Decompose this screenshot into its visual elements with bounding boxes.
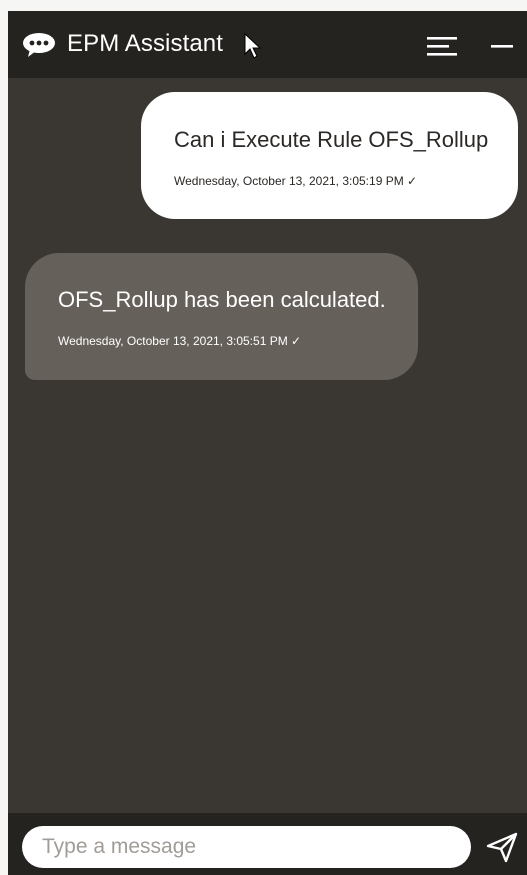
bot-message-bubble: OFS_Rollup has been calculated. Wednesda… <box>25 253 418 380</box>
app-frame: EPM Assistant Can i Execute Rule OFS_Rol… <box>0 0 527 875</box>
mouse-cursor-icon <box>244 33 262 59</box>
message-input[interactable] <box>22 826 471 868</box>
send-icon[interactable] <box>484 829 520 865</box>
chat-bubble-icon <box>23 33 55 57</box>
assistant-title: EPM Assistant <box>67 30 224 57</box>
minimize-icon[interactable] <box>489 35 515 57</box>
menu-icon[interactable] <box>426 35 460 57</box>
message-list: Can i Execute Rule OFS_Rollup Wednesday,… <box>8 78 527 813</box>
composer-bar <box>8 813 527 875</box>
assistant-window: EPM Assistant Can i Execute Rule OFS_Rol… <box>8 11 527 875</box>
bot-message-text: OFS_Rollup has been calculated. <box>58 287 386 312</box>
assistant-header: EPM Assistant <box>8 11 527 78</box>
user-message-text: Can i Execute Rule OFS_Rollup <box>174 127 489 152</box>
user-message-timestamp: Wednesday, October 13, 2021, 3:05:19 PM … <box>174 174 418 188</box>
bot-message-timestamp: Wednesday, October 13, 2021, 3:05:51 PM … <box>58 334 302 348</box>
user-message-bubble: Can i Execute Rule OFS_Rollup Wednesday,… <box>141 92 518 219</box>
